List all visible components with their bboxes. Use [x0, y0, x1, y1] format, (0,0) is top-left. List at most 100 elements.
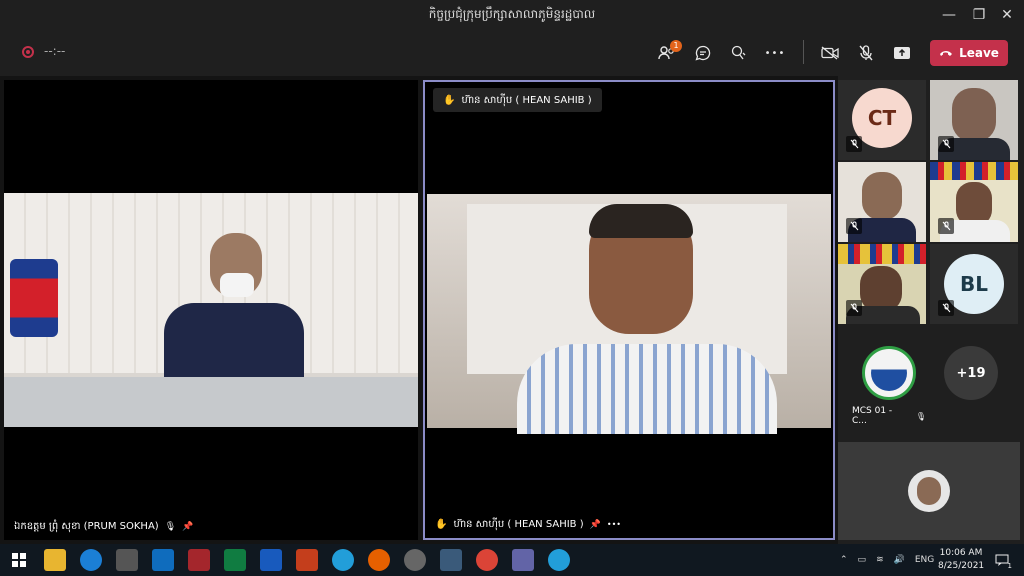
thumb-participant-4[interactable] — [930, 162, 1018, 242]
tile-more-icon[interactable]: ••• — [607, 520, 621, 529]
desk — [4, 377, 418, 427]
teams-icon[interactable] — [512, 549, 534, 571]
recording-icon — [22, 46, 34, 58]
word-icon[interactable] — [260, 549, 282, 571]
video-tile-hean-sahib[interactable]: ✋ ហ៊ាន សាហ៊ីប ( HEAN SAHIB ) ✋ ហ៊ាន សាហ៊… — [423, 80, 835, 540]
camera-app-icon[interactable] — [440, 549, 462, 571]
language-indicator[interactable]: ENG — [915, 555, 934, 565]
volume-icon[interactable]: 🔊 — [894, 555, 905, 565]
flags-backdrop — [838, 244, 926, 264]
muted-mic-icon — [938, 218, 954, 234]
pin-icon: 📌 — [182, 521, 194, 532]
overflow-participants[interactable]: +19 — [930, 338, 1018, 428]
close-icon: ✕ — [1001, 7, 1013, 23]
participant-name: ឯកឧត្តម ព្រុំ សុខា (PRUM SOKHA) — [14, 521, 159, 532]
participants-button[interactable]: 1 — [652, 38, 682, 68]
participant-figure — [862, 172, 902, 220]
more-icon: ••• — [764, 47, 786, 59]
thumb-ct[interactable]: CT — [838, 80, 926, 160]
excel-icon[interactable] — [224, 549, 246, 571]
more-actions-button[interactable]: ••• — [760, 38, 790, 68]
muted-mic-icon — [846, 136, 862, 152]
mcs01-label-row: MCS 01 - C... 🎙 — [852, 406, 926, 426]
clock-date: 8/25/2021 — [938, 561, 985, 571]
video-tile-prum-sokha[interactable]: ឯកឧត្តម ព្រុំ សុខា (PRUM SOKHA) 🎙 📌 — [4, 80, 418, 540]
thumb-participant-3[interactable] — [838, 162, 926, 242]
raise-hand-icon — [731, 45, 746, 60]
pin-icon: 📌 — [589, 519, 601, 530]
file-explorer-icon[interactable] — [44, 549, 66, 571]
mic-toggle-button[interactable] — [851, 38, 881, 68]
telegram-icon[interactable] — [332, 549, 354, 571]
overflow-count: +19 — [944, 346, 998, 400]
share-tray-icon — [894, 47, 910, 59]
muted-mic-icon — [846, 218, 862, 234]
access-icon[interactable] — [188, 549, 210, 571]
meeting-toolbar: --:-- 1 ••• Leave — [0, 30, 1024, 76]
raised-hand-chip: ✋ ហ៊ាន សាហ៊ីប ( HEAN SAHIB ) — [433, 88, 602, 112]
minimize-button[interactable]: — — [932, 0, 966, 30]
thumb-mcs01[interactable]: MCS 01 - C... 🎙 — [838, 338, 926, 428]
reactions-button[interactable] — [724, 38, 754, 68]
self-figure — [917, 477, 941, 505]
participant-figure — [952, 88, 996, 142]
powerpoint-icon[interactable] — [296, 549, 318, 571]
muted-mic-icon: 🎙 — [164, 521, 177, 532]
thumb-participant-2[interactable] — [930, 80, 1018, 160]
participant-figure — [164, 233, 304, 383]
participant-label-prum-sokha: ឯកឧត្តម ព្រុំ សុខា (PRUM SOKHA) 🎙 📌 — [14, 519, 193, 534]
windows-logo-icon — [12, 553, 26, 567]
window-title: កិច្ចប្រជុំក្រុមប្រឹក្សាសាលាភូមិន្ទរដ្ឋប… — [428, 7, 596, 21]
cambodia-flag — [10, 259, 58, 337]
muted-mic-icon: 🎙 — [915, 411, 926, 421]
camera-toggle-button[interactable] — [815, 38, 845, 68]
thumb-participant-5[interactable] — [838, 244, 926, 324]
toolbar-divider — [803, 40, 804, 64]
self-preview[interactable] — [838, 442, 1020, 540]
mcs01-name: MCS 01 - C... — [852, 406, 893, 426]
maximize-icon: ❐ — [972, 7, 986, 23]
start-button[interactable] — [8, 549, 30, 571]
raised-hand-name: ហ៊ាន សាហ៊ីប ( HEAN SAHIB ) — [461, 94, 592, 106]
meeting-timer: --:-- — [44, 44, 66, 58]
hangup-icon — [940, 51, 953, 56]
self-avatar — [908, 470, 950, 512]
edge-browser-icon[interactable] — [80, 549, 102, 571]
chrome-icon[interactable] — [476, 549, 498, 571]
video-feed-prum-sokha — [4, 193, 418, 427]
telegram-2-icon[interactable] — [548, 549, 570, 571]
raised-hand-icon: ✋ — [435, 519, 448, 530]
firefox-icon[interactable] — [368, 549, 390, 571]
clock[interactable]: 10:06 AM 8/25/2021 — [938, 547, 984, 573]
mail-icon[interactable] — [152, 549, 174, 571]
camera-off-icon — [821, 46, 839, 60]
share-content-button[interactable] — [887, 38, 917, 68]
video-feed-hean-sahib — [427, 194, 831, 434]
tray-chevron-icon[interactable]: ⌃ — [840, 555, 848, 565]
flags-backdrop — [930, 162, 1018, 180]
clock-time: 10:06 AM — [939, 548, 983, 558]
network-icon[interactable]: ▭ — [858, 555, 867, 565]
video-stage: ឯកឧត្តម ព្រុំ សុខា (PRUM SOKHA) 🎙 📌 ✋ ហ៊… — [0, 76, 840, 544]
participants-badge: 1 — [670, 40, 682, 52]
system-tray: ⌃ ▭ ≋ 🔊 ENG — [840, 544, 934, 576]
store-icon[interactable] — [116, 549, 138, 571]
chat-button[interactable] — [688, 38, 718, 68]
avatar-mcs01 — [862, 346, 916, 400]
wifi-icon[interactable]: ≋ — [876, 555, 884, 565]
participant-name: ហ៊ាន សាហ៊ីប ( HEAN SAHIB ) — [453, 519, 584, 530]
participant-label-hean-sahib: ✋ ហ៊ាន សាហ៊ីប ( HEAN SAHIB ) 📌 ••• — [435, 517, 621, 532]
mcs01-logo — [871, 355, 907, 391]
notification-count: 1 — [1007, 562, 1012, 570]
participant-figure — [517, 204, 777, 434]
leave-button[interactable]: Leave — [930, 40, 1008, 66]
notification-button[interactable]: 1 — [992, 550, 1012, 570]
mic-off-icon — [859, 45, 873, 61]
close-button[interactable]: ✕ — [990, 0, 1024, 30]
thumb-bl[interactable]: BL — [930, 244, 1018, 324]
leave-label: Leave — [959, 46, 999, 60]
participant-gallery: CT BL MCS 01 - C... 🎙 +19 — [838, 76, 1024, 544]
clock-app-icon[interactable] — [404, 549, 426, 571]
title-bar: កិច្ចប្រជុំក្រុមប្រឹក្សាសាលាភូមិន្ទរដ្ឋប… — [0, 0, 1024, 30]
muted-mic-icon — [938, 136, 954, 152]
